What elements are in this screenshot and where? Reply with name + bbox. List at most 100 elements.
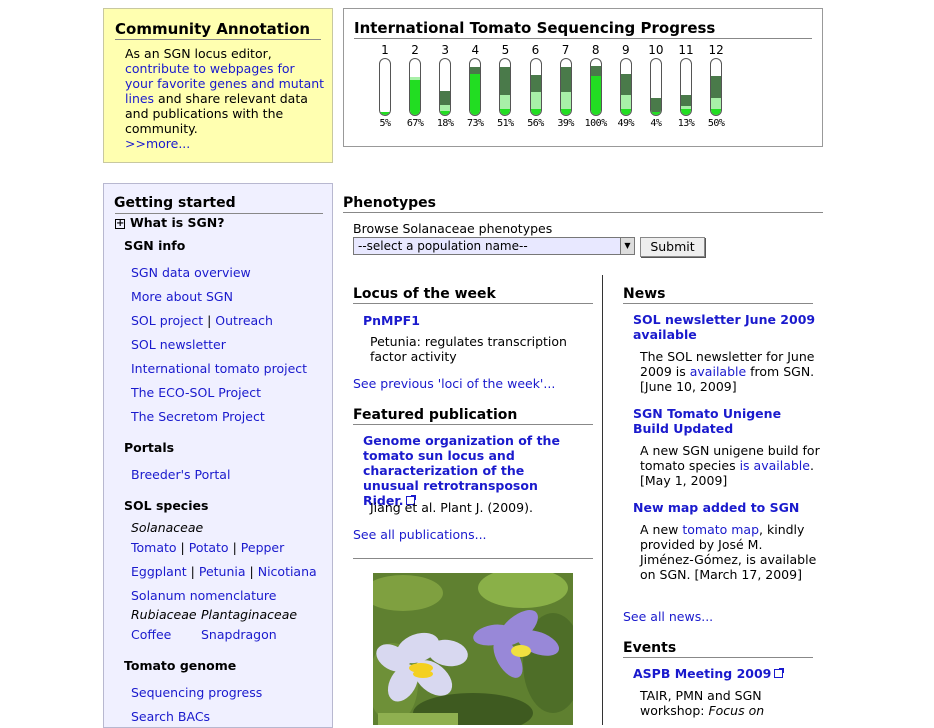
news-item-3-text: A new tomato map, kindly provided by Jos… [640,522,820,582]
chromosome-2[interactable]: 2 67% [400,42,430,129]
what-is-sgn-toggle[interactable]: + What is SGN? [115,213,323,230]
species-eggplant[interactable]: Eggplant [131,564,187,579]
chromosome-12[interactable]: 12 50% [701,42,731,129]
tube-segment-in-progress [681,106,691,109]
sidebar-item-solanum-nomenclature[interactable]: Solanum nomenclature [131,588,276,603]
news-item-3-map-link[interactable]: tomato map [682,522,759,537]
chromosome-tube[interactable] [680,58,692,116]
sidebar-item-international-tomato[interactable]: International tomato project [131,361,307,376]
sequencing-progress-panel: International Tomato Sequencing Progress… [343,8,823,147]
species-pepper[interactable]: Pepper [241,540,284,555]
chromosome-tube[interactable] [409,58,422,116]
chromosome-1[interactable]: 1 5% [370,42,400,129]
sidebar-item-sequencing-progress[interactable]: Sequencing progress [131,685,262,700]
species-tomato[interactable]: Tomato [131,540,177,555]
chromosome-percent: 4% [650,118,662,129]
chromosome-4[interactable]: 4 73% [460,42,490,129]
chromosome-tube[interactable] [589,58,602,116]
chromosome-percent: 18% [436,118,454,129]
species-coffee[interactable]: Coffee [131,627,171,642]
locus-name-link[interactable]: PnMPF1 [363,313,420,328]
chromosome-11[interactable]: 11 13% [671,42,701,129]
publication-title[interactable]: Genome organization of the tomato sun lo… [363,433,560,508]
chevron-down-icon[interactable]: ▼ [620,238,634,254]
community-more-link[interactable]: >>more... [125,136,190,151]
solanum-flower-photo [373,573,573,725]
sidebar-row-species-2: Eggplant | Petunia | Nicotiana [131,564,317,579]
population-select-value[interactable]: --select a population name-- [358,239,528,253]
chromosome-9[interactable]: 9 49% [611,42,641,129]
chromosome-tube[interactable] [439,58,452,116]
publication-link[interactable]: Genome organization of the tomato sun lo… [363,433,578,508]
chromosome-tube[interactable] [649,58,662,116]
publication-authors: Jiang et al. Plant J. (2009). [370,500,533,515]
plantaginaceae-label: Plantaginaceae [201,607,298,622]
event-item-1-link[interactable]: ASPB Meeting 2009 [633,666,785,681]
chromosome-10[interactable]: 10 4% [641,42,671,129]
sidebar-item-breeders-portal[interactable]: Breeder's Portal [131,467,230,482]
tube-segment-in-progress [410,77,421,80]
chromosome-tube[interactable] [619,58,632,116]
expand-plus-icon[interactable]: + [115,219,125,229]
sidebar-item-data-overview[interactable]: SGN data overview [131,265,251,280]
sidebar-item-secretom[interactable]: The Secretom Project [131,409,265,424]
sidebar-item-eco-sol[interactable]: The ECO-SOL Project [131,385,261,400]
species-petunia[interactable]: Petunia [199,564,246,579]
news-item-3-link[interactable]: New map added to SGN [633,500,799,515]
news-item-2-text: A new SGN unigene build for tomato speci… [640,443,820,488]
community-title: Community Annotation [115,20,321,40]
chromosome-tube[interactable] [469,58,482,116]
chromosome-percent: 51% [497,118,514,129]
chromosome-number: 7 [561,43,570,57]
tube-segment-finished [681,109,691,115]
portals-heading: Portals [124,440,175,455]
chromosome-7[interactable]: 7 39% [551,42,581,129]
sidebar-row-species-1: Tomato | Potato | Pepper [131,540,285,555]
chromosome-number: 3 [441,43,449,57]
chromosome-tube[interactable] [529,58,542,116]
external-link-icon[interactable] [774,668,785,678]
publication-heading: Featured publication [353,407,593,425]
sidebar-item-more-about-sgn[interactable]: More about SGN [131,289,233,304]
submit-button[interactable]: Submit [640,237,705,257]
news-item-1-text: The SOL newsletter for June 2009 is avai… [640,349,820,394]
progress-title: International Tomato Sequencing Progress [354,19,812,39]
tube-segment-finished [500,109,511,115]
event-item-1-title[interactable]: ASPB Meeting 2009 [633,666,771,681]
sidebar-item-outreach[interactable]: Outreach [215,313,273,328]
all-publications-link[interactable]: See all publications... [353,527,487,542]
what-is-sgn-label[interactable]: What is SGN? [130,215,225,230]
all-news-link[interactable]: See all news... [623,609,713,624]
news-item-1-link[interactable]: SOL newsletter June 2009 available [633,312,818,342]
phenotypes-heading: Phenotypes [343,195,823,213]
chromosome-number: 5 [501,43,510,57]
chromosome-tube[interactable] [499,58,512,116]
news-heading: News [623,286,813,304]
sidebar-item-sol-project[interactable]: SOL project [131,313,203,328]
chromosome-percent: 67% [406,118,424,129]
tube-segment-finished [410,80,421,115]
chromosome-6[interactable]: 6 56% [521,42,551,129]
chromosome-percent: 73% [467,118,484,129]
news-item-3-text-a: A new [640,522,683,537]
chromosome-8[interactable]: 8 100% [581,42,611,129]
publication-divider [353,558,593,559]
sidebar-item-sol-newsletter[interactable]: SOL newsletter [131,337,226,352]
news-item-2-link[interactable]: SGN Tomato Unigene Build Updated [633,406,818,436]
chromosome-3[interactable]: 3 18% [430,42,460,129]
chromosome-tube[interactable] [710,58,723,116]
tube-segment-finished [711,109,722,115]
previous-loci-link[interactable]: See previous 'loci of the week'... [353,376,555,391]
species-potato[interactable]: Potato [189,540,229,555]
chromosome-tube[interactable] [559,58,572,116]
chromosome-tube[interactable] [379,58,391,116]
species-snapdragon[interactable]: Snapdragon [201,627,277,642]
news-item-1-available-link[interactable]: available [690,364,746,379]
population-select[interactable]: --select a population name-- ▼ [353,237,635,255]
chromosome-5[interactable]: 5 51% [490,42,520,129]
events-heading: Events [623,640,813,658]
tube-segment-finished [470,74,481,115]
tube-segment-in-progress [560,92,571,109]
news-item-2-available-link[interactable]: is available [740,458,810,473]
species-nicotiana[interactable]: Nicotiana [258,564,317,579]
